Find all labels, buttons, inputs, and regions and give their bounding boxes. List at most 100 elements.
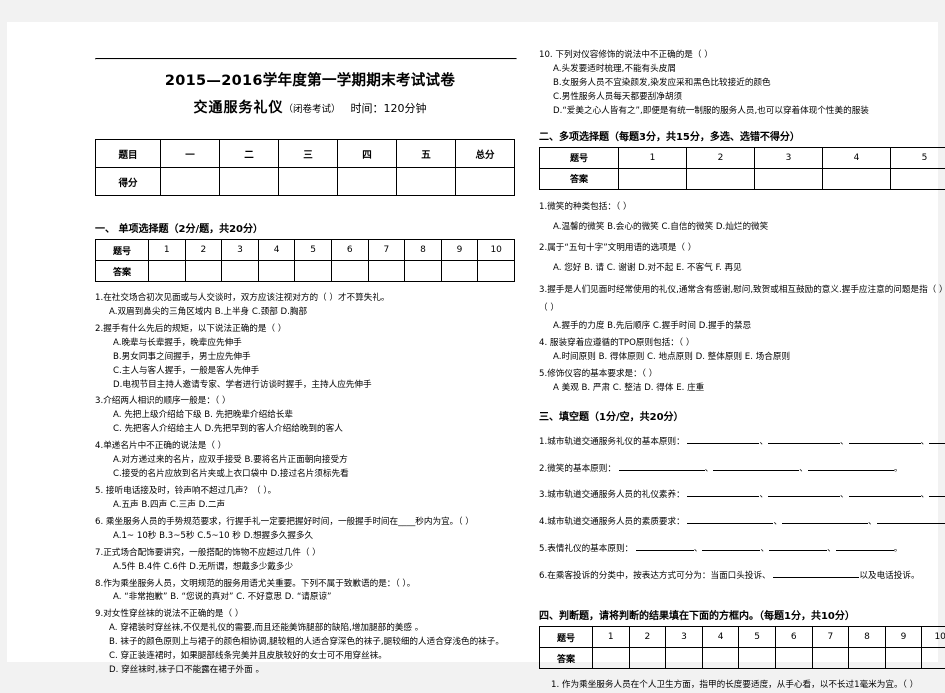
section1-answer-value-row: 答案 (96, 261, 515, 282)
section4-answer-header-row: 题号 1 2 3 4 5 6 7 8 9 10 (540, 627, 945, 648)
s1-ans-3[interactable] (222, 261, 259, 282)
fill-blank-3-2[interactable] (768, 487, 840, 497)
q7-stem: 7.正式场合配饰要讲究，一般搭配的饰物不应超过几件（ ） (95, 547, 525, 561)
q7-options-line-1: A.5件 B.4件 C.6件 D.无所谓，想戴多少戴多少 (95, 561, 525, 575)
s4-ans-8[interactable] (849, 648, 886, 669)
m4-stem: 4. 服装穿着应遵循的TPO原则包括：（ ） (539, 337, 945, 351)
s4-ans-4[interactable] (702, 648, 739, 669)
fill-blank-6-1[interactable] (773, 568, 859, 578)
fill-blank-5-1[interactable] (636, 541, 694, 551)
q9-stem: 9.对女性穿丝袜的说法不正确的是（ ） (95, 608, 525, 622)
s4-ans-5[interactable] (739, 648, 776, 669)
fill-q-2: 2.微笑的基本原则： 、、。 (539, 461, 945, 477)
section2-heading: 二、多项选择题（每题3分，共15分，多选、选错不得分） (539, 128, 945, 143)
s2-label-num: 题号 (540, 147, 619, 168)
q3-options-line-2: C. 先把客人介绍给主人 D.先把早到的客人介绍给晚到的客人 (95, 423, 525, 437)
s1-ans-10[interactable] (478, 261, 515, 282)
q3-stem: 3.介绍两人相识的顺序一般是：（ ） (95, 395, 525, 409)
score-cell-1[interactable] (161, 168, 220, 196)
fill-q-1: 1.城市轨道交通服务礼仪的基本原则： 、、、、。 (539, 434, 945, 450)
q6-options-line-1: A.1~ 10秒 B.3~5秒 C.5~10 秒 D.想握多久握多久 (95, 530, 525, 544)
q4-options-line-1: A.对方递过来的名片，应双手接受 B.要将名片正面朝向接受方 (95, 454, 525, 468)
q5-options-line-1: A.五声 B.四声 C.三声 D.二声 (95, 499, 525, 513)
s1-ans-2[interactable] (185, 261, 222, 282)
m2-stem: 2.属于“五句十字”文明用语的选项是（ ） (539, 242, 945, 256)
fill-blank-1-2[interactable] (768, 434, 840, 444)
score-col-2: 二 (220, 140, 279, 168)
title-rule (95, 58, 517, 60)
s1-ans-7[interactable] (368, 261, 405, 282)
s4-ans-6[interactable] (775, 648, 812, 669)
q5-stem: 5. 接听电话接及时，铃声响不超过几声？（ ）。 (95, 485, 525, 499)
s4-num-5: 5 (739, 627, 776, 648)
fill-blank-5-2[interactable] (702, 541, 760, 551)
s1-num-3: 3 (222, 240, 259, 261)
s4-ans-3[interactable] (666, 648, 703, 669)
s2-ans-4[interactable] (823, 168, 891, 189)
q2-options-line-3: C.主人与客人握手，一般是客人先伸手 (95, 365, 525, 379)
fill-blank-2-1[interactable] (619, 461, 705, 471)
q4-stem: 4.单递名片中不正确的说法是（ ） (95, 440, 525, 454)
section2-answer-table: 题号 1 2 3 4 5 答案 (539, 147, 945, 190)
m4-options-line-1: A.时间原则 B. 得体原则 C. 地点原则 D. 整体原则 E. 场合原则 (539, 351, 945, 365)
fill-blank-5-4[interactable] (836, 541, 894, 551)
exam-title: 2015—2016学年度第一学期期末考试试卷 (95, 69, 525, 90)
s2-num-5: 5 (891, 147, 945, 168)
s2-num-3: 3 (755, 147, 823, 168)
score-col-1: 一 (161, 140, 220, 168)
score-cell-4[interactable] (338, 168, 397, 196)
section1-heading: 一、 单项选择题（2分/题，共20分） (95, 220, 525, 235)
q6-stem: 6. 乘坐服务人员的手势规范要求，行握手礼一定要把握好时间，一般握手时间在___… (95, 516, 525, 530)
q9-options-line-1: A. 穿裙装时穿丝袜,不仅是礼仪的需要,而且还能美饰腿部的缺陷,增加腿部的美感 … (95, 622, 525, 636)
section3-heading: 三、填空题（1分/空，共20分） (539, 408, 945, 423)
fill-blank-4-1[interactable] (687, 514, 773, 524)
s2-ans-3[interactable] (755, 168, 823, 189)
score-table-header-row: 题目 一 二 三 四 五 总分 (96, 140, 515, 168)
fill-blank-1-3[interactable] (849, 434, 921, 444)
s4-ans-2[interactable] (629, 648, 666, 669)
fill-blank-1-4[interactable] (929, 434, 945, 444)
fill-blank-5-3[interactable] (769, 541, 827, 551)
exam-time: 时间：120分钟 (351, 102, 427, 115)
fill-blank-3-4[interactable] (929, 487, 945, 497)
s4-num-3: 3 (666, 627, 703, 648)
s4-ans-10[interactable] (922, 648, 945, 669)
score-cell-2[interactable] (220, 168, 279, 196)
q1-options-line-1: A.双眉到鼻尖的三角区域内 B.上半身 C.颈部 D.胸部 (95, 306, 525, 320)
fill-blank-4-3[interactable] (877, 514, 945, 524)
s2-ans-2[interactable] (687, 168, 755, 189)
fill-blank-3-3[interactable] (849, 487, 921, 497)
m2-options-line-1: A. 您好 B. 请 C. 谢谢 D.对不起 E. 不客气 F. 再见 (539, 262, 945, 276)
score-cell-5[interactable] (397, 168, 456, 196)
s4-ans-9[interactable] (885, 648, 922, 669)
fill-blank-2-3[interactable] (808, 461, 894, 471)
fill-blank-4-2[interactable] (782, 514, 868, 524)
s1-num-2: 2 (185, 240, 222, 261)
section4-answer-table: 题号 1 2 3 4 5 6 7 8 9 10 答案 (539, 626, 945, 669)
section2-answer-value-row: 答案 (540, 168, 945, 189)
s2-ans-1[interactable] (619, 168, 687, 189)
s1-ans-9[interactable] (441, 261, 478, 282)
q10-options-line-1: A.头发要适时梳理,不能有头皮屑 (539, 63, 945, 77)
s1-ans-5[interactable] (295, 261, 332, 282)
score-cell-total[interactable] (456, 168, 515, 196)
fill-blank-1-1[interactable] (687, 434, 759, 444)
s1-ans-4[interactable] (258, 261, 295, 282)
s1-ans-1[interactable] (149, 261, 186, 282)
fill-blank-2-2[interactable] (713, 461, 799, 471)
score-cell-3[interactable] (279, 168, 338, 196)
s4-ans-7[interactable] (812, 648, 849, 669)
s1-num-1: 1 (149, 240, 186, 261)
s2-ans-5[interactable] (891, 168, 945, 189)
s1-ans-8[interactable] (405, 261, 442, 282)
exam-type: （闭卷考试） (283, 104, 340, 115)
m3-options-line-1: A.握手的力度 B.先后顺序 C.握手时间 D.握手的禁忌 (539, 320, 945, 334)
fill-blank-3-1[interactable] (687, 487, 759, 497)
s1-num-4: 4 (258, 240, 295, 261)
s4-ans-1[interactable] (593, 648, 630, 669)
exam-sheet: 2015—2016学年度第一学期期末考试试卷 交通服务礼仪（闭卷考试）时间：12… (7, 22, 938, 662)
s1-label-ans: 答案 (96, 261, 149, 282)
s1-ans-6[interactable] (331, 261, 368, 282)
q10-options-line-4: D.“爱美之心人皆有之”,即便是有统一制服的服务人员,也可以穿着体现个性美的服装 (539, 105, 945, 119)
section1-answer-table: 题号 1 2 3 4 5 6 7 8 9 10 答案 (95, 239, 515, 282)
